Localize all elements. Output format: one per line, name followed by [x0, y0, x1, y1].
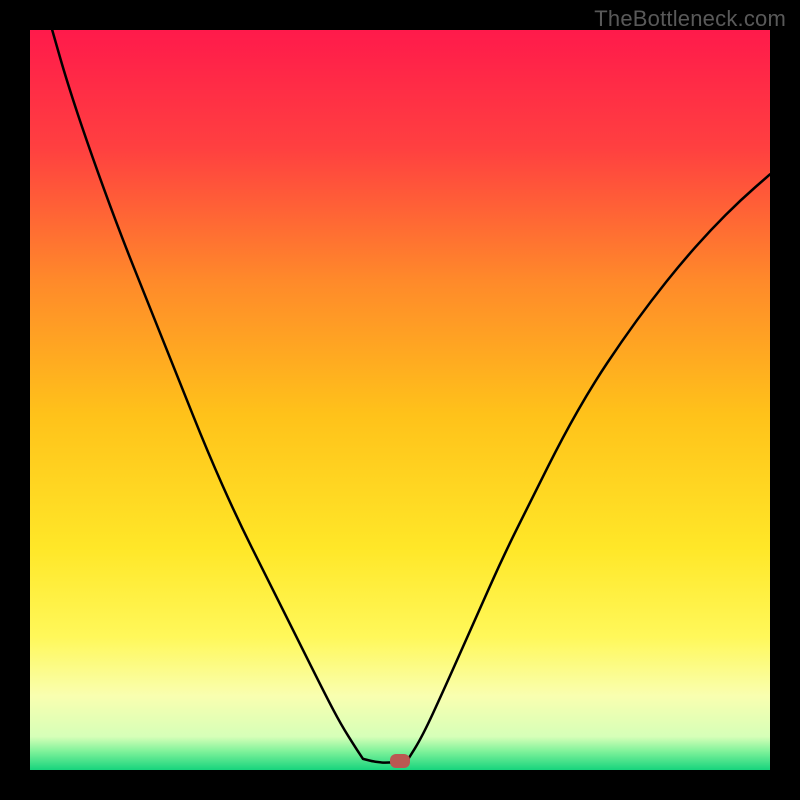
chart-svg [30, 30, 770, 770]
watermark-text: TheBottleneck.com [594, 6, 786, 32]
optimum-marker [390, 754, 410, 768]
gradient-background [30, 30, 770, 770]
plot-area [30, 30, 770, 770]
chart-frame: TheBottleneck.com [0, 0, 800, 800]
